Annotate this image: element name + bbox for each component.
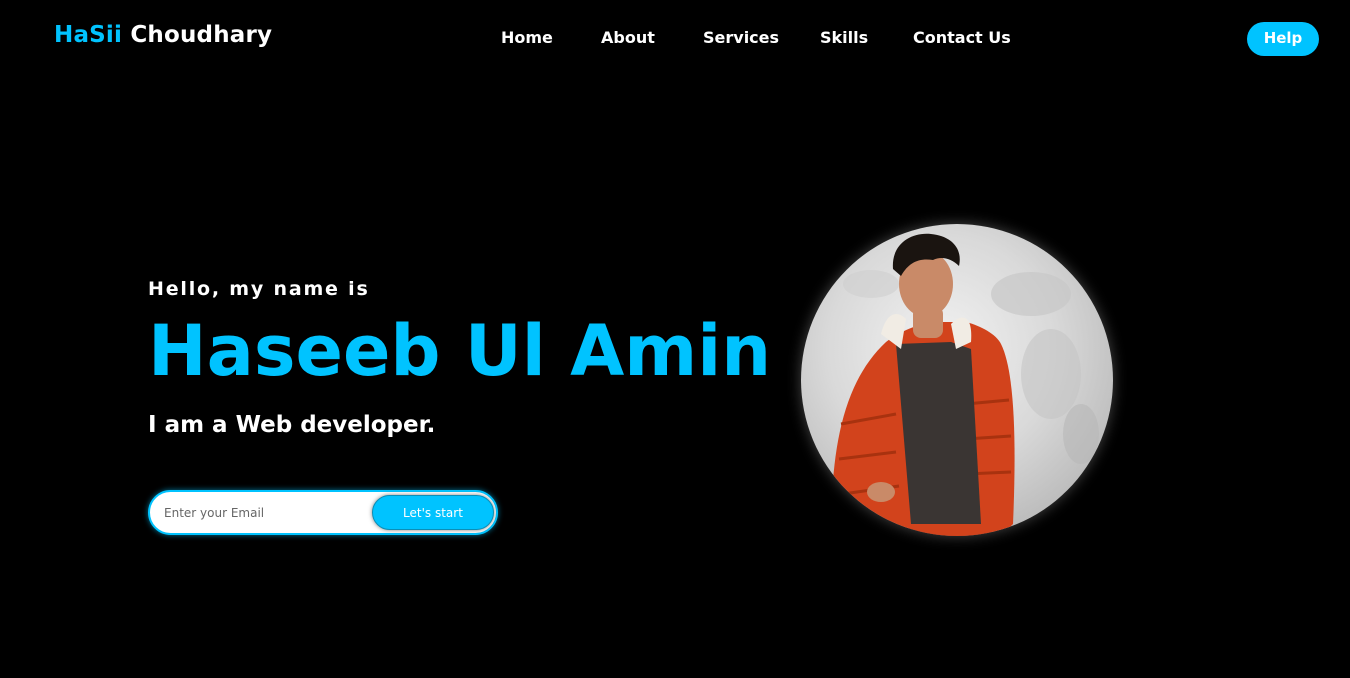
help-button[interactable]: Help [1247,22,1319,56]
hero-greeting: Hello, my name is [148,278,370,300]
email-input[interactable] [164,502,364,524]
nav-link-home[interactable]: Home [501,28,553,47]
email-signup-form: Let's start [148,490,498,535]
lets-start-button[interactable]: Let's start [372,495,494,530]
nav-links: Home About Services Skills Contact Us [0,28,1350,50]
hero-role: I am a Web developer. [148,412,436,438]
profile-photo-illustration [831,233,1099,536]
nav-link-skills[interactable]: Skills [820,28,868,47]
nav-link-about[interactable]: About [601,28,655,47]
nav-link-services[interactable]: Services [703,28,779,47]
navbar: HaSii Choudhary Home About Services Skil… [0,0,1350,76]
hero-name: Haseeb Ul Amin [148,310,772,392]
nav-link-contact[interactable]: Contact Us [913,28,1011,47]
profile-portrait [801,224,1113,536]
